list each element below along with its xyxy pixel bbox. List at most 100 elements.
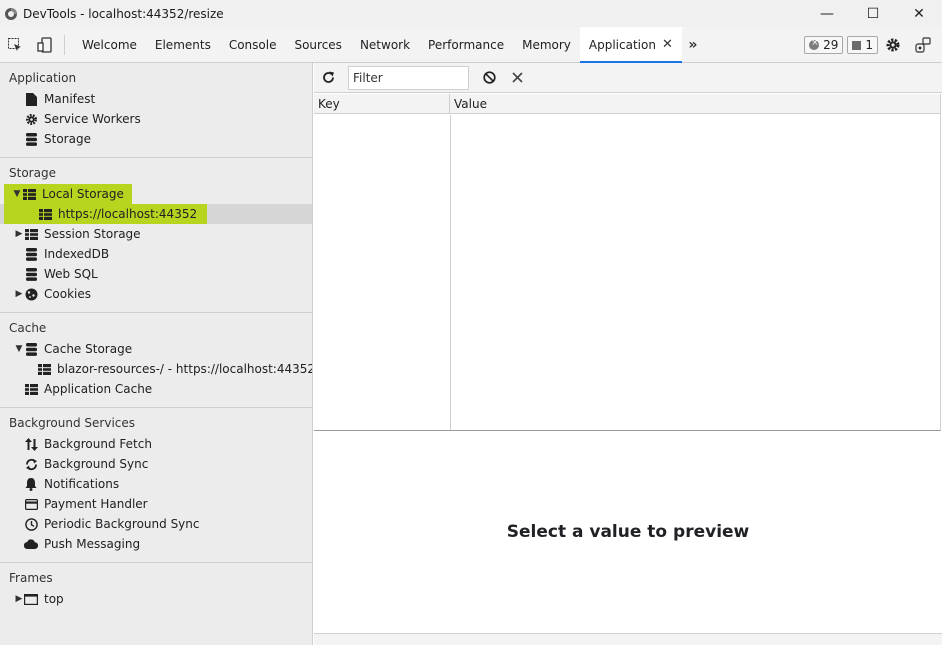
preview-placeholder: Select a value to preview [506,522,750,542]
database-icon [24,247,38,261]
sidebar-item-label: Application Cache [44,382,153,396]
sidebar-item-notifications[interactable]: Notifications [0,474,312,494]
sidebar-item-label: Background Sync [44,457,149,471]
sidebar-item-label: Cache Storage [44,342,133,356]
grid-icon [38,362,51,376]
clear-all-icon[interactable] [475,63,503,93]
section-title-frames: Frames [9,571,53,585]
sidebar-item-label: Background Fetch [44,437,152,451]
tab-performance[interactable]: Performance [419,27,513,63]
messages-count: 1 [865,38,873,52]
storage-toolbar: Filter [314,63,942,93]
collapsed-arrow-icon[interactable]: ▶ [14,229,24,239]
sidebar-item-label: Web SQL [44,267,98,281]
section-title-storage: Storage [9,166,56,180]
tab-network[interactable]: Network [351,27,419,63]
tab-welcome[interactable]: Welcome [73,27,146,63]
sidebar-item-periodic-background-sync[interactable]: Periodic Background Sync [0,514,312,534]
customize-devtools-icon[interactable] [908,27,938,63]
sidebar-item-service-workers[interactable]: Service Workers [0,109,312,129]
sidebar-item-manifest[interactable]: Manifest [0,89,312,109]
sidebar-section-storage: Storage ▼ Local Storage https://localhos… [0,157,312,312]
sidebar-item-label: Cookies [44,287,91,301]
messages-badge[interactable]: 1 [847,36,878,54]
collapsed-arrow-icon[interactable]: ▶ [14,594,24,604]
application-sidebar: Application Manifest Service Workers Sto… [0,63,313,645]
column-divider [450,115,451,430]
bell-icon [24,477,38,491]
sidebar-item-cache-storage[interactable]: ▼ Cache Storage [0,339,312,359]
section-title-application: Application [9,71,77,85]
sidebar-item-label: Local Storage [42,187,124,201]
minimize-button[interactable]: — [804,0,850,27]
sidebar-item-background-sync[interactable]: Background Sync [0,454,312,474]
sidebar-item-background-fetch[interactable]: Background Fetch [0,434,312,454]
devtools-app-icon [5,7,17,20]
key-value-table: Key Value [314,94,941,431]
sidebar-section-background-services: Background Services Background Fetch Bac… [0,407,312,562]
close-window-button[interactable]: ✕ [896,0,942,27]
window-title: DevTools - localhost:44352/resize [23,6,224,21]
sidebar-item-cache-entry[interactable]: blazor-resources-/ - https://localhost:4… [0,359,312,379]
sidebar-item-label: Manifest [44,92,96,106]
sidebar-item-push-messaging[interactable]: Push Messaging [0,534,312,554]
bottom-status-strip [314,633,942,645]
sidebar-section-frames: Frames ▶ top [0,562,312,609]
section-title-background-services: Background Services [9,416,136,430]
tab-elements[interactable]: Elements [146,27,220,63]
grid-icon [22,187,36,201]
sidebar-item-label: Periodic Background Sync [44,517,200,531]
sidebar-item-payment-handler[interactable]: Payment Handler [0,494,312,514]
sidebar-item-label: Push Messaging [44,537,141,551]
errors-badge[interactable]: 29 [804,36,844,54]
settings-gear-icon[interactable] [878,27,908,63]
tab-application-label: Application [588,37,656,52]
database-icon [24,132,38,146]
frame-window-icon [24,592,38,606]
sidebar-item-frame-top[interactable]: ▶ top [0,589,312,609]
title-bar: DevTools - localhost:44352/resize — ☐ ✕ [0,0,942,27]
collapsed-arrow-icon[interactable]: ▶ [14,289,24,299]
credit-card-icon [24,497,38,511]
sidebar-item-session-storage[interactable]: ▶ Session Storage [0,224,312,244]
sidebar-item-application-cache[interactable]: Application Cache [0,379,312,399]
sidebar-item-label: Service Workers [44,112,141,126]
up-down-arrows-icon [24,437,38,451]
tab-application[interactable]: Application ✕ [579,26,682,63]
expanded-arrow-icon[interactable]: ▼ [14,344,24,354]
sidebar-item-label: Storage [44,132,91,146]
sidebar-item-cookies[interactable]: ▶ Cookies [0,284,312,304]
more-tabs-icon[interactable]: » [682,27,704,63]
sidebar-section-cache: Cache ▼ Cache Storage blazor-resources-/… [0,312,312,407]
toolbar-divider [64,34,65,55]
expanded-arrow-icon[interactable]: ▼ [12,189,22,199]
sidebar-item-label: Notifications [44,477,120,491]
sidebar-item-label: blazor-resources-/ - https://localhost:4… [57,362,313,376]
inspect-element-icon[interactable] [0,27,30,63]
filter-input[interactable]: Filter [348,65,469,90]
sidebar-item-local-storage[interactable]: ▼ Local Storage [0,184,312,204]
sidebar-item-label: top [44,592,64,606]
clock-icon [24,517,38,531]
close-tab-icon[interactable]: ✕ [662,37,673,52]
grid-icon [24,382,38,396]
sidebar-item-label: IndexedDB [44,247,110,261]
sidebar-item-indexeddb[interactable]: IndexedDB [0,244,312,264]
device-toolbar-icon[interactable] [30,27,60,63]
grid-icon [24,227,38,241]
tab-memory[interactable]: Memory [513,27,580,63]
database-icon [24,342,38,356]
tab-console[interactable]: Console [220,27,286,63]
tab-sources[interactable]: Sources [285,27,350,63]
column-header-value[interactable]: Value [450,94,487,114]
column-header-key[interactable]: Key [314,94,450,114]
sidebar-item-storage[interactable]: Storage [0,129,312,149]
delete-selected-icon[interactable] [503,63,531,93]
table-body[interactable] [314,115,940,430]
refresh-icon[interactable] [314,63,342,93]
sync-icon [24,457,38,471]
maximize-button[interactable]: ☐ [850,0,896,27]
storage-main-panel: Filter Key Value Select a value to previ… [314,63,942,645]
sidebar-item-websql[interactable]: Web SQL [0,264,312,284]
sidebar-item-local-storage-origin[interactable]: https://localhost:44352 [0,204,312,224]
